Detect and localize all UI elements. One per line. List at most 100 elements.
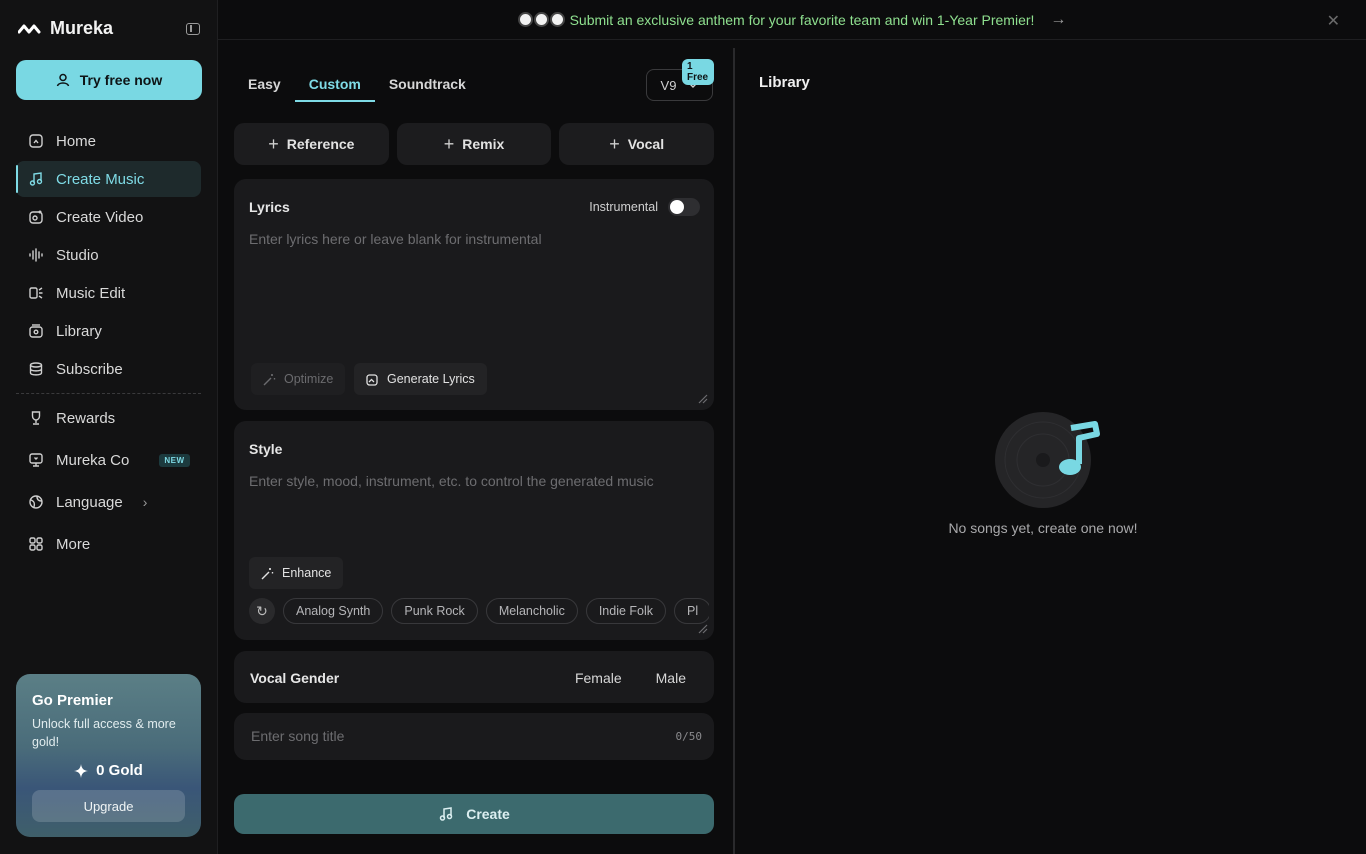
magic-wand-icon xyxy=(261,567,274,579)
sidebar-collapse-icon[interactable] xyxy=(186,23,200,35)
vocal-gender-title: Vocal Gender xyxy=(250,670,340,686)
optimize-button[interactable]: Optimize xyxy=(251,363,346,395)
enhance-button[interactable]: Enhance xyxy=(249,557,344,589)
title-char-counter: 0/50 xyxy=(675,730,703,743)
gold-amount: 0 Gold xyxy=(96,762,143,779)
chevron-right-icon: › xyxy=(142,494,148,510)
instrumental-label: Instrumental xyxy=(589,200,658,214)
plus-icon: + xyxy=(443,133,455,154)
sidebar-item-label: Language xyxy=(56,493,123,511)
gender-option-male[interactable]: Male xyxy=(656,670,686,686)
image-sparkle-icon xyxy=(366,373,378,386)
premier-subtitle: Unlock full access & more gold! xyxy=(32,717,176,749)
home-icon xyxy=(29,134,43,148)
sidebar-item-more[interactable]: More xyxy=(16,526,201,562)
sidebar-item-label: Create Music xyxy=(56,170,145,188)
sidebar-item-label: Create Video xyxy=(56,208,144,226)
tab-custom[interactable]: Custom xyxy=(294,76,375,102)
sidebar-item-create-music[interactable]: Create Music xyxy=(16,161,201,197)
song-title-field[interactable]: Enter song title 0/50 xyxy=(234,713,714,760)
video-icon xyxy=(29,210,43,224)
sidebar-item-home[interactable]: Home xyxy=(16,123,201,159)
brand-name: Mureka xyxy=(50,18,114,38)
gender-option-female[interactable]: Female xyxy=(575,670,622,686)
style-input[interactable]: Enter style, mood, instrument, etc. to c… xyxy=(249,473,654,489)
globe-icon xyxy=(29,495,43,509)
lyrics-panel: Lyrics Instrumental Enter lyrics here or… xyxy=(234,179,714,410)
style-tag[interactable]: Melancholic xyxy=(485,598,578,624)
sidebar-item-label: Subscribe xyxy=(56,360,123,378)
new-badge: NEW xyxy=(159,453,190,467)
instrumental-toggle[interactable] xyxy=(668,198,700,216)
soccer-ball-icon xyxy=(533,12,549,27)
sidebar-item-studio[interactable]: Studio xyxy=(16,237,201,273)
sidebar-item-subscribe[interactable]: Subscribe xyxy=(16,351,201,387)
close-icon[interactable]: ✕ xyxy=(1327,11,1340,31)
sidebar-item-music-edit[interactable]: Music Edit xyxy=(16,275,201,311)
add-reference-label: Reference xyxy=(286,136,355,152)
optimize-label: Optimize xyxy=(284,372,334,386)
library-icon xyxy=(29,324,43,338)
sidebar-item-label: Rewards xyxy=(56,409,116,427)
style-tag[interactable]: Punk Rock xyxy=(391,598,478,624)
sidebar-item-label: Studio xyxy=(56,246,99,264)
create-button[interactable]: Create xyxy=(234,794,714,834)
refresh-icon[interactable]: ↻ xyxy=(249,598,275,624)
try-free-label: Try free now xyxy=(79,72,163,88)
add-vocal-button[interactable]: + Vocal xyxy=(559,123,715,165)
gold-balance: 0 Gold xyxy=(16,762,201,779)
create-label: Create xyxy=(466,806,510,822)
sidebar-divider xyxy=(16,393,201,394)
tab-easy[interactable]: Easy xyxy=(248,76,281,102)
vinyl-record-icon xyxy=(995,412,1100,508)
promo-banner[interactable]: Submit an exclusive anthem for your favo… xyxy=(218,0,1366,40)
trophy-icon xyxy=(31,411,41,425)
arrow-right-icon[interactable]: → xyxy=(1050,11,1066,29)
speaker-edit-icon xyxy=(29,287,43,299)
style-tag[interactable]: Indie Folk xyxy=(585,598,667,624)
resize-handle-icon[interactable] xyxy=(698,624,708,634)
try-free-button[interactable]: Try free now xyxy=(16,60,202,100)
upgrade-button[interactable]: Upgrade xyxy=(32,790,185,822)
plus-icon: + xyxy=(268,133,279,154)
library-title: Library xyxy=(759,74,810,91)
style-tag[interactable]: Analog Synth xyxy=(283,598,384,624)
style-panel: Style Enter style, mood, instrument, etc… xyxy=(234,421,714,640)
generate-lyrics-button[interactable]: Generate Lyrics xyxy=(354,363,487,395)
soccer-ball-icon xyxy=(549,12,565,27)
banner-text: Submit an exclusive anthem for your favo… xyxy=(569,11,1035,28)
grid-icon xyxy=(29,537,43,551)
premier-title: Go Premier xyxy=(32,692,113,709)
sidebar-item-label: Music Edit xyxy=(56,284,126,302)
add-remix-button[interactable]: + Remix xyxy=(396,123,552,165)
style-tags: ↻ Analog Synth Punk Rock Melancholic Ind… xyxy=(249,598,709,624)
add-buttons-row: + Reference + Remix + Vocal xyxy=(234,123,715,165)
soccer-ball-icon xyxy=(517,12,533,27)
resize-handle-icon[interactable] xyxy=(698,394,708,404)
music-note-icon xyxy=(29,172,43,186)
sidebar-item-create-video[interactable]: Create Video xyxy=(16,199,201,235)
style-tag[interactable]: Pl xyxy=(674,598,709,624)
lyrics-title: Lyrics xyxy=(249,199,290,215)
library-empty-text: No songs yet, create one now! xyxy=(948,520,1138,536)
add-remix-label: Remix xyxy=(462,136,505,152)
sidebar-item-label: Mureka Co xyxy=(56,451,130,469)
brand[interactable]: Mureka xyxy=(18,18,113,39)
music-note-icon xyxy=(439,807,453,821)
lyrics-input[interactable]: Enter lyrics here or leave blank for ins… xyxy=(249,231,542,247)
sidebar: Mureka Try free now Home Create Music Cr… xyxy=(0,0,218,854)
sidebar-item-rewards[interactable]: Rewards xyxy=(16,400,201,436)
column-divider[interactable] xyxy=(733,48,735,854)
mureka-logo-icon xyxy=(18,24,41,33)
waveform-icon xyxy=(29,248,43,262)
sidebar-nav: Home Create Music Create Video Studio Mu… xyxy=(16,123,201,564)
sidebar-item-library[interactable]: Library xyxy=(16,313,201,349)
tab-soundtrack[interactable]: Soundtrack xyxy=(389,76,466,102)
song-title-input[interactable]: Enter song title xyxy=(251,728,344,744)
sidebar-item-mureka-co[interactable]: Mureka Co NEW xyxy=(16,442,201,478)
generate-lyrics-label: Generate Lyrics xyxy=(387,372,475,386)
sidebar-item-label: Library xyxy=(56,322,102,340)
add-reference-button[interactable]: + Reference xyxy=(234,123,389,165)
version-value: V9 xyxy=(660,77,677,93)
sidebar-item-language[interactable]: Language › xyxy=(16,484,201,520)
